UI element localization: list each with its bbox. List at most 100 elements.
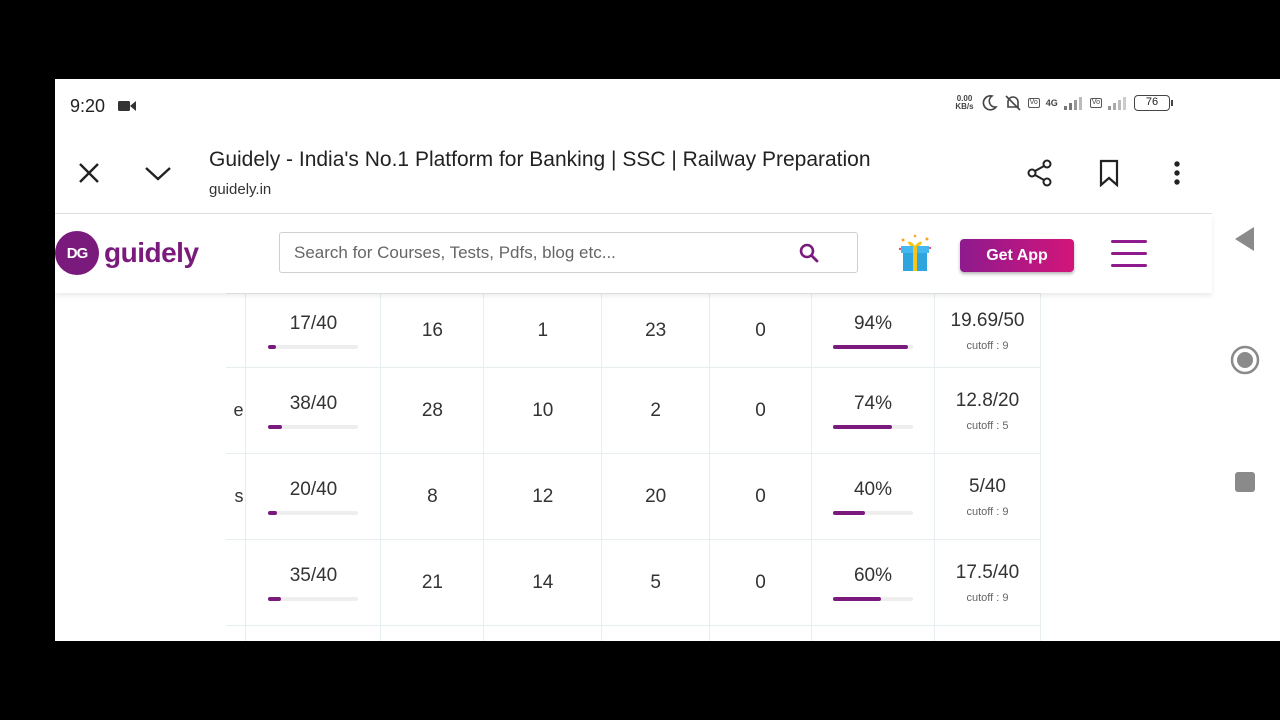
section-name-cell	[226, 539, 247, 626]
incorrect-cell: 1	[483, 293, 603, 368]
bookmark-icon[interactable]	[1094, 158, 1124, 188]
logo-text: guidely	[104, 237, 199, 268]
skipped-cell: 2	[601, 367, 711, 454]
accuracy-value: 40%	[853, 478, 893, 500]
status-icons: 0.00 KB/s Vo 4G Vo 76	[955, 94, 1173, 112]
cutoff-value: cutoff : 9	[966, 339, 1009, 352]
get-app-button[interactable]: Get App	[960, 239, 1074, 272]
share-icon[interactable]	[1025, 158, 1055, 188]
score-value: 17.5/40	[955, 561, 1020, 583]
section-name: s	[234, 486, 244, 506]
table-row: 35/40 21 14 5 0 60% 17.5/40 cutoff : 9	[226, 539, 1041, 626]
gift-icon[interactable]	[897, 234, 933, 274]
accuracy-progress-bar	[833, 344, 913, 349]
correct-cell: 16	[380, 293, 485, 368]
accuracy-progress-bar	[833, 596, 913, 601]
table-row: s 20/40 8 12 20 0 40% 5/40 cutoff : 9	[226, 453, 1041, 540]
accuracy-cell: 94%	[811, 293, 935, 368]
section-results-table: 17/40 16 1 23 0 94% 19.69/50 cutoff : 9 e 38/40 28…	[226, 293, 1041, 641]
table-row: e 38/40 28 10 2 0 74% 12.8/20 cutoff : 5	[226, 367, 1041, 454]
accuracy-value: 60%	[853, 564, 893, 586]
unseen-cell: 0	[709, 367, 813, 454]
status-time: 9:20	[70, 96, 106, 116]
hamburger-menu-icon[interactable]	[1111, 240, 1149, 267]
search-icon[interactable]	[799, 243, 819, 263]
search-box	[279, 232, 858, 273]
network-speed: 0.00 KB/s	[955, 94, 974, 111]
site-header: DG guidely Get App	[55, 214, 1212, 293]
android-nav-bar	[1212, 79, 1280, 641]
accuracy-value: 94%	[853, 312, 893, 334]
close-icon[interactable]	[74, 158, 104, 188]
status-bar: 9:20 0.00 KB/s Vo 4G Vo 76	[55, 79, 1212, 134]
attempted-progress-fill	[268, 424, 282, 429]
volte-icon-2: Vo	[1089, 98, 1102, 108]
skipped-cell: 23	[601, 293, 711, 368]
phone-screen: 9:20 0.00 KB/s Vo 4G Vo 76 Guidely - Ind…	[55, 79, 1280, 641]
unseen-cell: 0	[709, 293, 813, 368]
logo-badge: DG	[55, 231, 99, 275]
accuracy-progress-bar	[833, 510, 913, 515]
results-table-container[interactable]: 17/40 16 1 23 0 94% 19.69/50 cutoff : 9 e 38/40 28…	[226, 293, 1041, 641]
page-url: guidely.in	[209, 181, 272, 198]
attempted-cell: 35/40	[245, 539, 382, 626]
score-value: 5/40	[969, 475, 1006, 497]
attempted-progress-bar	[268, 344, 359, 349]
home-circle-icon[interactable]	[1230, 345, 1260, 375]
results-table-body: 17/40 16 1 23 0 94% 19.69/50 cutoff : 9 e 38/40 28…	[226, 293, 1041, 641]
recent-apps-icon[interactable]	[1235, 472, 1255, 492]
volte-icon: Vo	[1027, 98, 1040, 108]
accuracy-cell: 40%	[811, 453, 935, 540]
incorrect-cell: 10	[483, 367, 603, 454]
muted-bell-icon	[1005, 95, 1021, 111]
attempted-progress-fill	[268, 510, 277, 515]
section-name-cell: e	[226, 367, 247, 454]
cutoff-value: cutoff : 9	[966, 505, 1009, 518]
accuracy-progress-fill	[833, 510, 865, 515]
attempted-progress-bar	[268, 424, 359, 429]
incorrect-cell: 14	[483, 539, 603, 626]
score-cell: 19.69/50 cutoff : 9	[933, 293, 1041, 368]
chevron-down-icon[interactable]	[143, 158, 173, 188]
cutoff-value: cutoff : 5	[966, 419, 1009, 432]
accuracy-progress-fill	[833, 596, 881, 601]
guidely-logo[interactable]: DG guidely	[55, 231, 199, 275]
accuracy-progress-bar	[833, 424, 913, 429]
score-value: 19.69/50	[950, 309, 1025, 331]
attempted-value: 35/40	[289, 564, 338, 586]
empty-cell	[811, 625, 935, 641]
score-cell: 17.5/40 cutoff : 9	[933, 539, 1041, 626]
attempted-cell: 38/40	[245, 367, 382, 454]
unseen-cell: 0	[709, 453, 813, 540]
score-value: 12.8/20	[955, 389, 1020, 411]
cutoff-value: cutoff : 9	[966, 591, 1009, 604]
back-triangle-icon[interactable]	[1234, 226, 1256, 252]
browser-toolbar: Guidely - India's No.1 Platform for Bank…	[55, 134, 1212, 214]
page-title: Guidely - India's No.1 Platform for Bank…	[209, 148, 871, 171]
empty-cell	[601, 625, 711, 641]
table-row: 17/40 16 1 23 0 94% 19.69/50 cutoff : 9	[226, 293, 1041, 368]
skipped-cell: 5	[601, 539, 711, 626]
empty-cell	[483, 625, 603, 641]
attempted-progress-fill	[268, 596, 282, 601]
correct-cell: 28	[380, 367, 485, 454]
attempted-value: 20/40	[289, 478, 338, 500]
attempted-progress-fill	[268, 344, 277, 349]
more-options-icon[interactable]	[1162, 158, 1192, 188]
correct-cell: 8	[380, 453, 485, 540]
search-input[interactable]	[294, 233, 794, 272]
accuracy-cell: 60%	[811, 539, 935, 626]
incorrect-cell: 12	[483, 453, 603, 540]
empty-cell	[709, 625, 813, 641]
attempted-progress-bar	[268, 596, 359, 601]
empty-cell	[380, 625, 485, 641]
score-cell: 5/40 cutoff : 9	[933, 453, 1041, 540]
skipped-cell: 20	[601, 453, 711, 540]
empty-cell	[933, 625, 1041, 641]
unseen-cell: 0	[709, 539, 813, 626]
accuracy-cell: 74%	[811, 367, 935, 454]
section-name: e	[233, 400, 244, 420]
video-camera-icon	[118, 101, 136, 111]
attempted-value: 38/40	[289, 392, 338, 414]
attempted-progress-bar	[268, 510, 359, 515]
